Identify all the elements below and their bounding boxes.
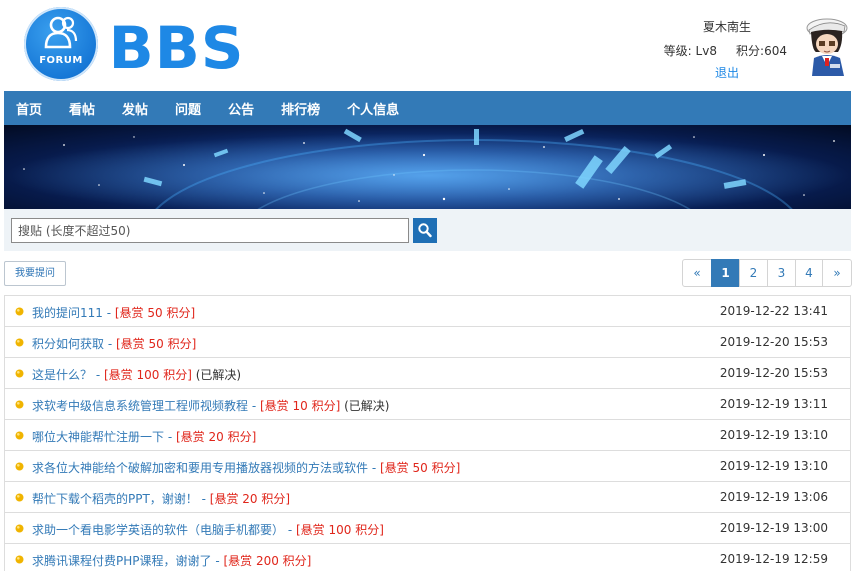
list-item: 求腾讯课程付费PHP课程，谢谢了 - [悬赏 200 积分] 2019-12-1…	[4, 544, 851, 571]
list-item: 求各位大神能给个破解加密和要用专用播放器视频的方法或软件 - [悬赏 50 积分…	[4, 451, 851, 482]
list-item: 哪位大神能帮忙注册一下 - [悬赏 20 积分] 2019-12-19 13:1…	[4, 420, 851, 451]
reward-badge: [悬赏 200 积分]	[223, 554, 312, 568]
reward-badge: [悬赏 50 积分]	[379, 461, 461, 475]
list-item: 求软考中级信息系统管理工程师视频教程 - [悬赏 10 积分] (已解决) 20…	[4, 389, 851, 420]
page-1-button[interactable]: 1	[711, 259, 740, 287]
header: FORUM BBS 夏木南生 等级: Lv8 积分:604 退出	[0, 0, 865, 91]
page-next-button[interactable]: »	[822, 259, 852, 287]
page-2-button[interactable]: 2	[739, 259, 768, 287]
post-title[interactable]: 求软考中级信息系统管理工程师视频教程	[32, 399, 248, 413]
page-prev-button[interactable]: «	[682, 259, 712, 287]
post-title-link[interactable]: 求助一个看电影学英语的软件（电脑手机都要） - [悬赏 100 积分]	[32, 521, 384, 538]
points-label: 积分:	[736, 44, 765, 58]
reward-badge: [悬赏 50 积分]	[114, 306, 196, 320]
points-value: 604	[764, 44, 787, 58]
list-item: 积分如何获取 - [悬赏 50 积分] 2019-12-20 15:53	[4, 327, 851, 358]
bullet-icon	[15, 400, 24, 409]
reward-badge: [悬赏 20 积分]	[209, 492, 291, 506]
main-nav: 首页 看帖 发帖 问题 公告 排行榜 个人信息	[4, 91, 851, 125]
pagination: « 1 2 3 4 »	[682, 259, 852, 287]
logout-link[interactable]: 退出	[667, 64, 787, 81]
post-time: 2019-12-19 13:06	[719, 490, 828, 504]
post-title[interactable]: 求各位大神能给个破解加密和要用专用播放器视频的方法或软件	[32, 461, 368, 475]
bullet-icon	[15, 369, 24, 378]
question-list: 我的提问111 - [悬赏 50 积分] 2019-12-22 13:41 积分…	[4, 295, 851, 571]
post-time: 2019-12-20 15:53	[719, 335, 828, 349]
list-item: 我的提问111 - [悬赏 50 积分] 2019-12-22 13:41	[4, 296, 851, 327]
search-input[interactable]	[11, 218, 409, 243]
bullet-icon	[15, 462, 24, 471]
search-bar	[4, 209, 851, 251]
level-value: Lv8	[695, 44, 717, 58]
nav-home[interactable]: 首页	[16, 99, 42, 118]
bullet-icon	[15, 338, 24, 347]
brand-title[interactable]: BBS	[109, 17, 245, 79]
post-time: 2019-12-20 15:53	[719, 366, 828, 380]
post-title[interactable]: 求助一个看电影学英语的软件（电脑手机都要）	[32, 523, 284, 537]
post-title[interactable]: 哪位大神能帮忙注册一下	[32, 430, 164, 444]
post-title[interactable]: 求腾讯课程付费PHP课程，谢谢了	[32, 554, 212, 568]
bullet-icon	[15, 555, 24, 564]
post-title-link[interactable]: 这是什么？ - [悬赏 100 积分] (已解决)	[32, 366, 241, 383]
list-item: 这是什么？ - [悬赏 100 积分] (已解决) 2019-12-20 15:…	[4, 358, 851, 389]
post-title-link[interactable]: 求各位大神能给个破解加密和要用专用播放器视频的方法或软件 - [悬赏 50 积分…	[32, 459, 460, 476]
banner-image	[4, 125, 851, 209]
solved-badge: (已解决)	[344, 399, 390, 413]
post-title-link[interactable]: 我的提问111 - [悬赏 50 积分]	[32, 304, 195, 321]
post-time: 2019-12-19 13:11	[719, 397, 828, 411]
level-label: 等级:	[663, 44, 692, 58]
logo-forum-text: FORUM	[39, 55, 83, 66]
list-item: 求助一个看电影学英语的软件（电脑手机都要） - [悬赏 100 积分] 2019…	[4, 513, 851, 544]
page-4-button[interactable]: 4	[795, 259, 823, 287]
search-icon	[418, 223, 432, 238]
post-time: 2019-12-19 12:59	[719, 552, 828, 566]
post-time: 2019-12-19 13:10	[719, 459, 828, 473]
solved-badge: (已解决)	[195, 368, 242, 382]
reward-badge: [悬赏 10 积分]	[259, 399, 341, 413]
post-title-link[interactable]: 帮忙下载个稻壳的PPT，谢谢！ - [悬赏 20 积分]	[32, 490, 290, 507]
clock-galaxy-graphic	[4, 125, 851, 209]
bullet-icon	[15, 493, 24, 502]
reward-badge: [悬赏 50 积分]	[115, 337, 197, 351]
post-title[interactable]: 我的提问111	[32, 306, 103, 320]
post-title[interactable]: 这是什么？	[32, 368, 92, 382]
search-button[interactable]	[413, 218, 437, 243]
post-time: 2019-12-19 13:00	[719, 521, 828, 535]
post-title[interactable]: 积分如何获取	[32, 337, 104, 351]
reward-badge: [悬赏 100 积分]	[103, 368, 192, 382]
user-stats: 等级: Lv8 积分:604	[637, 42, 787, 59]
post-title-link[interactable]: 求软考中级信息系统管理工程师视频教程 - [悬赏 10 积分] (已解决)	[32, 397, 389, 414]
post-title-link[interactable]: 积分如何获取 - [悬赏 50 积分]	[32, 335, 196, 352]
reward-badge: [悬赏 20 积分]	[175, 430, 257, 444]
reward-badge: [悬赏 100 积分]	[295, 523, 384, 537]
post-time: 2019-12-19 13:10	[719, 428, 828, 442]
bullet-icon	[15, 307, 24, 316]
avatar[interactable]	[800, 14, 852, 76]
nav-questions[interactable]: 问题	[175, 99, 201, 118]
username[interactable]: 夏木南生	[667, 18, 787, 35]
post-title-link[interactable]: 求腾讯课程付费PHP课程，谢谢了 - [悬赏 200 积分]	[32, 552, 311, 569]
nav-browse-posts[interactable]: 看帖	[69, 99, 95, 118]
forum-logo[interactable]: FORUM	[24, 7, 98, 81]
nav-announcements[interactable]: 公告	[228, 99, 254, 118]
users-icon	[44, 16, 78, 49]
nav-new-post[interactable]: 发帖	[122, 99, 148, 118]
post-title-link[interactable]: 哪位大神能帮忙注册一下 - [悬赏 20 积分]	[32, 428, 256, 445]
list-item: 帮忙下载个稻壳的PPT，谢谢！ - [悬赏 20 积分] 2019-12-19 …	[4, 482, 851, 513]
page-3-button[interactable]: 3	[767, 259, 796, 287]
ask-question-button[interactable]: 我要提问	[4, 261, 66, 286]
bullet-icon	[15, 524, 24, 533]
post-title[interactable]: 帮忙下载个稻壳的PPT，谢谢！	[32, 492, 198, 506]
bullet-icon	[15, 431, 24, 440]
nav-profile[interactable]: 个人信息	[347, 99, 399, 118]
post-time: 2019-12-22 13:41	[719, 304, 828, 318]
nav-leaderboard[interactable]: 排行榜	[281, 99, 320, 118]
